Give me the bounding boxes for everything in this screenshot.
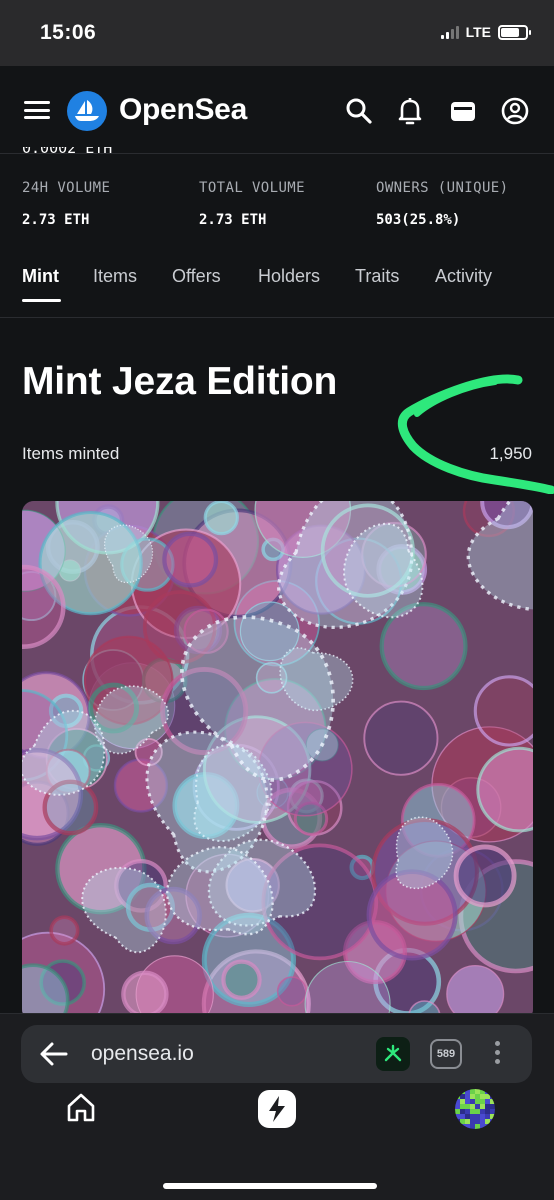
active-tab-indicator [22, 299, 61, 302]
page-title: Mint Jeza Edition [22, 360, 338, 403]
stat-value: 2.73 ETH [199, 212, 267, 228]
status-indicators: LTE [440, 24, 531, 40]
battery-level [501, 27, 519, 37]
stat-label: OWNERS (UNIQUE) [376, 180, 509, 196]
tab-offers[interactable]: Offers [172, 266, 221, 287]
address-bar[interactable]: opensea.io 589 [21, 1025, 532, 1083]
home-indicator [163, 1183, 377, 1189]
wallet-icon[interactable] [448, 96, 478, 126]
stat-label: TOTAL VOLUME [199, 180, 305, 196]
stat-owners: OWNERS (UNIQUE) 503(25.8%) [376, 180, 508, 228]
status-time: 15:06 [40, 21, 97, 44]
signal-icon [440, 25, 459, 39]
brand-name[interactable]: OpenSea [119, 93, 247, 127]
stat-total-volume: TOTAL VOLUME 2.73 ETH [199, 180, 305, 228]
more-icon[interactable] [495, 1041, 500, 1064]
search-icon[interactable] [344, 96, 374, 126]
nft-artwork-image[interactable] [22, 501, 533, 1021]
network-label: LTE [465, 24, 491, 40]
stat-value: 2.73 ETH [22, 212, 90, 228]
items-minted-label: Items minted [22, 444, 120, 463]
tab-holders[interactable]: Holders [258, 266, 320, 287]
tabs-icon[interactable]: 589 [430, 1039, 462, 1069]
tab-traits[interactable]: Traits [355, 266, 399, 287]
extension-icon[interactable] [376, 1037, 410, 1071]
url-text[interactable]: opensea.io [91, 1042, 194, 1066]
top-navbar: OpenSea [0, 66, 554, 154]
cut-off-stat-value: 0.0002 ETH [22, 147, 113, 157]
home-icon[interactable] [64, 1091, 98, 1125]
profile-avatar-icon[interactable] [455, 1089, 495, 1129]
stat-24h-volume: 24H VOLUME 2.73 ETH [22, 180, 110, 228]
green-annotation-scribble [397, 374, 554, 494]
bell-icon[interactable] [395, 96, 425, 126]
opensea-logo-icon[interactable] [67, 91, 107, 131]
battery-icon [498, 24, 531, 40]
bolt-icon[interactable] [258, 1090, 296, 1128]
collection-tabs: Mint Items Offers Holders Traits Activit… [0, 264, 554, 318]
account-icon[interactable] [500, 96, 530, 126]
stat-value: 503(25.8%) [376, 212, 461, 228]
stat-label: 24H VOLUME [22, 180, 111, 196]
status-bar: 15:06 LTE [0, 0, 554, 66]
browser-bottom-bar: opensea.io 589 [0, 1013, 554, 1200]
paisley-pattern-image [22, 501, 533, 1021]
back-arrow-icon[interactable] [39, 1040, 69, 1068]
menu-icon[interactable] [24, 101, 50, 119]
tab-mint[interactable]: Mint [22, 266, 59, 287]
tab-activity[interactable]: Activity [435, 266, 492, 287]
tab-items[interactable]: Items [93, 266, 137, 287]
